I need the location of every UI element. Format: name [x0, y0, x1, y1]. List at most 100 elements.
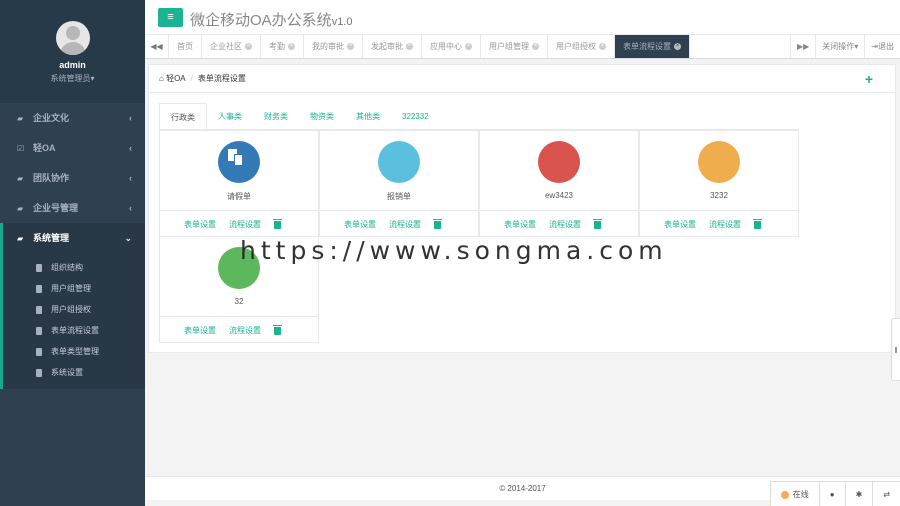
tab-group-manage[interactable]: 用户组管理 × [481, 35, 548, 58]
tab-my-approval[interactable]: 我的审批 × [304, 35, 363, 58]
trash-icon[interactable] [433, 218, 442, 229]
check-square-icon: ☑ [17, 144, 25, 153]
close-icon[interactable]: × [532, 43, 539, 51]
form-settings-link[interactable]: 表单设置 [184, 220, 216, 229]
sidebar-subitem-group-auth[interactable]: 用户组授权 [3, 299, 145, 320]
form-card: 3232 表单设置 流程设置 [639, 130, 799, 237]
category-tabs: 行政类 人事类 财务类 物资类 其他类 322332 [159, 103, 440, 130]
form-icon-circle[interactable] [698, 141, 740, 183]
profile-block: admin 系统管理员▾ [0, 0, 145, 103]
exchange-icon: ⇄ [883, 490, 890, 499]
form-settings-link[interactable]: 表单设置 [664, 220, 696, 229]
flow-settings-link[interactable]: 流程设置 [709, 220, 741, 229]
tab-category-admin[interactable]: 行政类 [159, 103, 207, 130]
breadcrumb-separator: / [190, 74, 193, 83]
sidebar-subitem-org[interactable]: 组织结构 [3, 257, 145, 278]
chevron-left-icon: ‹ [129, 203, 132, 213]
right-side-drawer-handle[interactable] [891, 318, 900, 381]
sidebar-item-team[interactable]: ▰ 团队协作 ‹ [0, 163, 145, 193]
tab-form-flow[interactable]: 表单流程设置 × [615, 35, 690, 58]
app-title-text: 微企移动OA办公系统 [190, 12, 332, 29]
trash-icon[interactable] [273, 324, 282, 335]
online-status-label: 在线 [792, 490, 809, 499]
close-icon[interactable]: × [465, 43, 472, 51]
tab-category-material[interactable]: 物资类 [299, 103, 345, 130]
close-icon[interactable]: × [406, 43, 413, 51]
chevron-left-icon: ‹ [129, 143, 132, 153]
profile-role-dropdown[interactable]: 系统管理员▾ [0, 73, 145, 84]
tabs-scroll-left-button[interactable]: ◀◀ [145, 35, 169, 58]
form-settings-link[interactable]: 表单设置 [184, 326, 216, 335]
flow-settings-link[interactable]: 流程设置 [549, 220, 581, 229]
sidebar-item-enterprise[interactable]: ▰ 企业号管理 ‹ [0, 193, 145, 223]
gear-icon: ✱ [855, 490, 863, 499]
online-status[interactable]: 在线 [769, 482, 819, 506]
sidebar-subitem-group-manage[interactable]: 用户组管理 [3, 278, 145, 299]
sidebar-item-label: 系统管理 [33, 233, 70, 243]
category-label: 物资类 [310, 112, 334, 121]
trash-icon[interactable] [273, 218, 282, 229]
settings-button[interactable]: ✱ [844, 482, 873, 506]
close-icon[interactable]: × [674, 43, 681, 51]
tab-group-auth[interactable]: 用户组授权 × [548, 35, 615, 58]
breadcrumb-home[interactable]: 轻OA [166, 74, 186, 83]
tabs-scroll-right-button[interactable]: ▶▶ [789, 35, 815, 58]
subitem-label: 系统设置 [51, 368, 83, 377]
add-button[interactable]: + [865, 65, 873, 93]
flow-settings-link[interactable]: 流程设置 [389, 220, 421, 229]
logout-button[interactable]: ⇥退出 [864, 35, 900, 58]
flow-settings-link[interactable]: 流程设置 [229, 326, 261, 335]
close-icon[interactable]: × [245, 43, 252, 51]
tab-app-center[interactable]: 应用中心 × [422, 35, 481, 58]
top-header: ≡ 微企移动OA办公系统v1.0 [145, 0, 900, 35]
tab-label: 考勤 [269, 42, 285, 51]
form-card-actions: 表单设置 流程设置 [480, 210, 638, 237]
subitem-label: 表单流程设置 [51, 326, 99, 335]
form-card-actions: 表单设置 流程设置 [160, 316, 318, 343]
menu-toggle-button[interactable]: ≡ [158, 8, 183, 27]
close-icon[interactable]: × [599, 43, 606, 51]
tab-start-approval[interactable]: 发起审批 × [363, 35, 422, 58]
tab-label: 用户组授权 [556, 42, 596, 51]
sidebar-submenu: 组织结构 用户组管理 用户组授权 表单流程设置 表单类型管理 系统设置 [0, 253, 145, 389]
tab-attendance[interactable]: 考勤 × [261, 35, 304, 58]
trash-icon[interactable] [753, 218, 762, 229]
form-settings-link[interactable]: 表单设置 [344, 220, 376, 229]
close-ops-label: 关闭操作▾ [822, 42, 859, 51]
avatar[interactable] [55, 21, 90, 55]
sidebar-item-light-oa[interactable]: ☑ 轻OA ‹ [0, 133, 145, 163]
tab-category-other[interactable]: 其他类 [345, 103, 391, 130]
watermark: https://www.songma.com [240, 236, 668, 265]
sidebar-subitem-form-flow[interactable]: 表单流程设置 [3, 320, 145, 341]
app-title: 微企移动OA办公系统v1.0 [190, 9, 352, 30]
tab-label: 发起审批 [371, 42, 403, 51]
form-icon-circle[interactable] [378, 141, 420, 183]
breadcrumb: ⌂ 轻OA / 表单流程设置 + [149, 65, 895, 93]
subitem-label: 组织结构 [51, 263, 83, 272]
page-tabs-bar: ◀◀ 首页 企业社区 × 考勤 × 我的审批 × 发起审批 × 应用中心 × 用户组管理 ×… [145, 35, 900, 59]
tab-community[interactable]: 企业社区 × [202, 35, 261, 58]
chevron-left-icon: ‹ [129, 113, 132, 123]
form-settings-link[interactable]: 表单设置 [504, 220, 536, 229]
close-operations-dropdown[interactable]: 关闭操作▾ [815, 35, 864, 58]
sidebar-subitem-form-type[interactable]: 表单类型管理 [3, 341, 145, 362]
trash-icon[interactable] [593, 218, 602, 229]
close-icon[interactable]: × [347, 43, 354, 51]
close-icon[interactable]: × [288, 43, 295, 51]
category-label: 财务类 [264, 112, 288, 121]
tab-home[interactable]: 首页 [169, 35, 202, 58]
tab-category-finance[interactable]: 财务类 [253, 103, 299, 130]
sidebar-item-system[interactable]: ▰ 系统管理 ⌄ [0, 223, 145, 253]
folder-icon: ▰ [17, 114, 24, 123]
switch-button[interactable]: ⇄ [872, 482, 900, 506]
sidebar-subitem-settings[interactable]: 系统设置 [3, 362, 145, 383]
sidebar-item-culture[interactable]: ▰ 企业文化 ‹ [0, 103, 145, 133]
tab-category-hr[interactable]: 人事类 [207, 103, 253, 130]
file-icon [36, 305, 42, 314]
tab-category-322332[interactable]: 322332 [391, 103, 440, 130]
logout-icon: ⇥ [871, 42, 878, 51]
form-icon-circle[interactable] [218, 141, 260, 183]
flow-settings-link[interactable]: 流程设置 [229, 220, 261, 229]
chat-button[interactable]: ● [818, 482, 845, 506]
form-icon-circle[interactable] [538, 141, 580, 183]
